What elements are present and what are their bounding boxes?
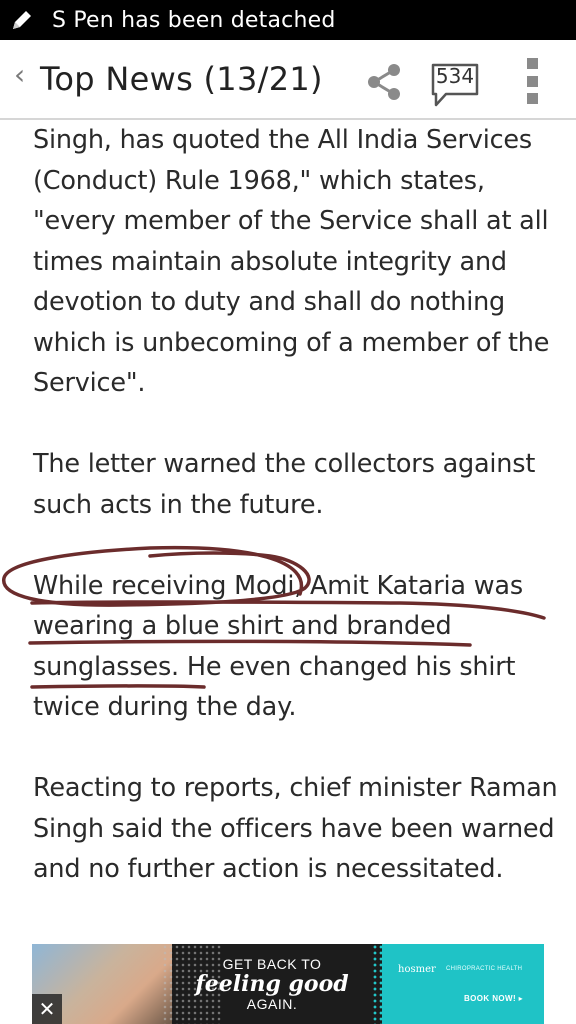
ad-brand-subtitle: CHIROPRACTIC HEALTH xyxy=(446,966,523,972)
share-button[interactable] xyxy=(362,60,406,104)
app-bar: ‹ Top News (13/21) 534 xyxy=(0,40,576,120)
ad-brand: hosmer xyxy=(398,964,436,975)
ad-line2: feeling good xyxy=(195,971,349,997)
overflow-menu-icon[interactable] xyxy=(520,58,544,104)
status-message: S Pen has been detached xyxy=(52,7,336,33)
ad-line3: AGAIN. xyxy=(246,996,298,1012)
close-icon[interactable]: ✕ xyxy=(32,994,62,1024)
page-title[interactable]: Top News (13/21) xyxy=(40,60,323,98)
ad-headline: GET BACK TO feeling good AGAIN. xyxy=(172,944,372,1024)
ad-banner[interactable]: GET BACK TO feeling good AGAIN. hosmer C… xyxy=(32,944,544,1024)
overflow-dot xyxy=(526,75,538,87)
article-body: Singh, has quoted the All India Services… xyxy=(33,120,563,930)
comments-button[interactable]: 534 xyxy=(430,62,480,108)
pen-icon xyxy=(0,0,44,40)
ad-line1: GET BACK TO xyxy=(222,956,322,972)
overflow-dot xyxy=(526,58,538,69)
article-paragraph: While receiving Modi, Amit Kataria was w… xyxy=(33,570,523,723)
ad-book-now-button[interactable]: BOOK NOW! ▸ xyxy=(464,994,523,1003)
article-paragraph: Reacting to reports, chief minister Rama… xyxy=(33,773,558,884)
article-paragraph: The letter warned the collectors against… xyxy=(33,449,536,520)
comment-count: 534 xyxy=(435,64,475,88)
overflow-dot xyxy=(526,93,538,104)
status-bar: S Pen has been detached xyxy=(0,0,576,40)
ad-brand-panel: hosmer CHIROPRACTIC HEALTH BOOK NOW! ▸ xyxy=(382,944,544,1024)
share-icon xyxy=(368,64,400,100)
back-chevron-icon[interactable]: ‹ xyxy=(14,58,25,91)
article-paragraph: Singh, has quoted the All India Services… xyxy=(33,125,550,398)
